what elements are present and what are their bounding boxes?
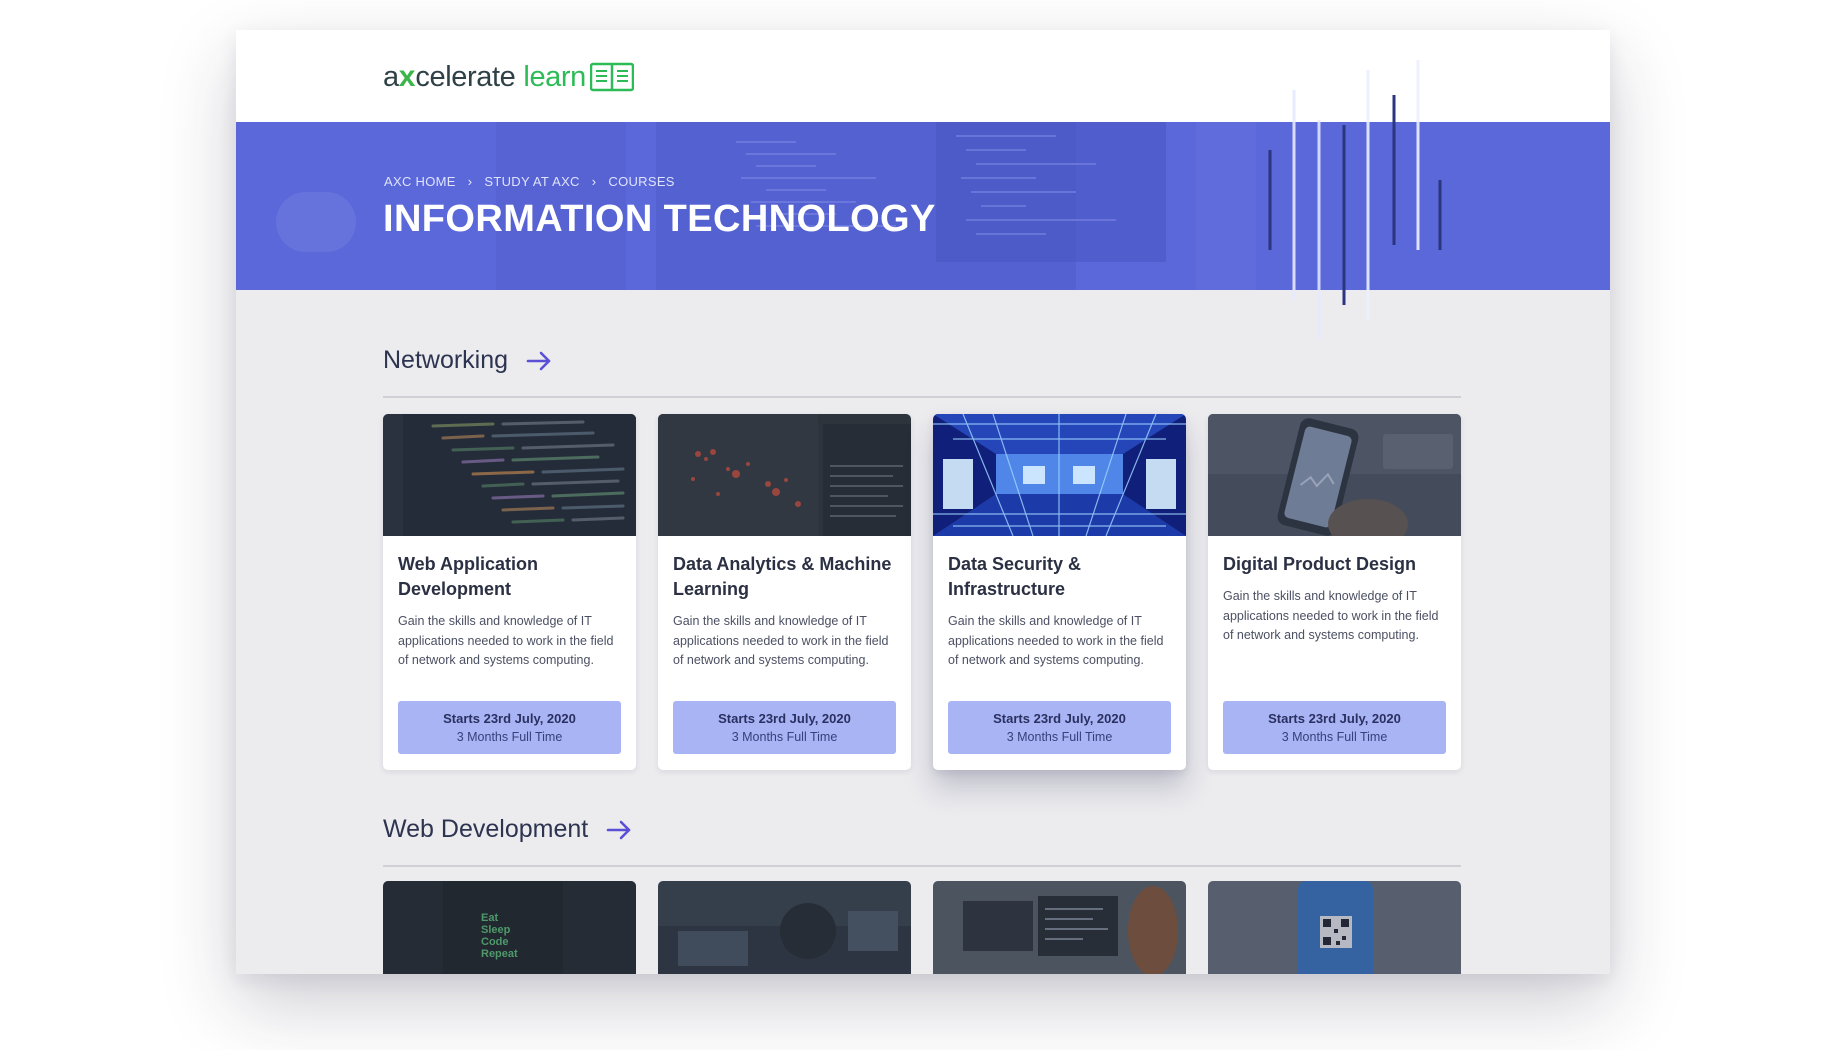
course-image-code-editor [383, 414, 636, 536]
course-title: Data Security & Infrastructure [948, 554, 1082, 599]
course-image-data-center [933, 414, 1186, 536]
open-book-icon [589, 62, 634, 92]
course-description: Gain the skills and knowledge of IT appl… [1223, 589, 1439, 642]
course-start-date: Starts 23rd July, 2020 [1268, 710, 1401, 726]
course-start-date: Starts 23rd July, 2020 [443, 710, 576, 726]
course-image-office-team [658, 881, 911, 974]
course-title: Digital Product Design [1223, 554, 1417, 574]
course-card-list: Web Application Development Gain the ski… [383, 414, 1461, 770]
course-image-phone-app [1208, 414, 1461, 536]
section-title-text: Web Development [383, 815, 589, 843]
course-start-date: Starts 23rd July, 2020 [993, 710, 1126, 726]
course-description: Gain the skills and knowledge of IT appl… [673, 614, 889, 667]
breadcrumb-item-axc-home[interactable]: AXC HOME [384, 174, 456, 189]
axcelerate-learn-logo[interactable]: a x celerate learn [383, 57, 634, 97]
card-body: Digital Product Design Gain the skills a… [1208, 536, 1461, 770]
course-image-analytics-dashboard [658, 414, 911, 536]
page-title: INFORMATION TECHNOLOGY [383, 198, 936, 240]
course-card-thumbnail[interactable] [933, 881, 1186, 974]
course-description: Gain the skills and knowledge of IT appl… [398, 614, 614, 667]
course-card[interactable]: Web Application Development Gain the ski… [383, 414, 636, 770]
course-duration: 3 Months Full Time [1281, 729, 1388, 744]
section-header-web-development: Web Development [383, 805, 1461, 867]
course-duration: 3 Months Full Time [456, 729, 563, 744]
breadcrumb-item-courses[interactable]: COURSES [608, 174, 674, 189]
card-body: Data Analytics & Machine Learning Gain t… [658, 536, 911, 770]
section-title-text: Networking [383, 346, 509, 374]
course-schedule-badge: Starts 23rd July, 2020 3 Months Full Tim… [398, 701, 621, 754]
course-image-qr-phone [1208, 881, 1461, 974]
course-start-date: Starts 23rd July, 2020 [718, 710, 851, 726]
course-schedule-badge: Starts 23rd July, 2020 3 Months Full Tim… [1223, 701, 1446, 754]
course-card-thumbnail[interactable] [658, 881, 911, 974]
chevron-right-icon: › [591, 174, 597, 189]
logo-text-celerate: celerate [415, 60, 516, 93]
section-header-networking: Networking [383, 336, 1461, 398]
section-title-networking[interactable]: Networking [383, 346, 552, 375]
course-duration: 3 Months Full Time [1006, 729, 1113, 744]
logo-text-learn: learn [523, 60, 586, 93]
chevron-right-icon: › [467, 174, 473, 189]
course-card[interactable]: Data Analytics & Machine Learning Gain t… [658, 414, 911, 770]
breadcrumb-item-study-at-axc[interactable]: STUDY AT AXC [484, 174, 579, 189]
course-schedule-badge: Starts 23rd July, 2020 3 Months Full Tim… [948, 701, 1171, 754]
card-body: Web Application Development Gain the ski… [383, 536, 636, 770]
arrow-right-icon[interactable] [526, 351, 552, 371]
breadcrumb: AXC HOME › STUDY AT AXC › COURSES [384, 174, 675, 189]
course-card-thumbnail[interactable] [1208, 881, 1461, 974]
card-body: Data Security & Infrastructure Gain the … [933, 536, 1186, 770]
course-description: Gain the skills and knowledge of IT appl… [948, 614, 1164, 667]
course-card[interactable]: Digital Product Design Gain the skills a… [1208, 414, 1461, 770]
logo-text-x: x [398, 60, 416, 93]
course-image-developer-at-desk [933, 881, 1186, 974]
section-title-web-development[interactable]: Web Development [383, 815, 632, 844]
page-window: a x celerate learn AXC HOME › STUDY AT A… [236, 30, 1610, 974]
course-card-thumbnail[interactable]: Eat Sleep Code Repeat [383, 881, 636, 974]
course-card[interactable]: Data Security & Infrastructure Gain the … [933, 414, 1186, 770]
course-title: Data Analytics & Machine Learning [673, 554, 892, 599]
course-title: Web Application Development [398, 554, 539, 599]
arrow-right-icon[interactable] [606, 820, 632, 840]
logo-text-a: a [383, 60, 399, 93]
course-image-laptop-sticker: Eat Sleep Code Repeat [383, 881, 636, 974]
course-duration: 3 Months Full Time [731, 729, 838, 744]
course-card-list-web-development: Eat Sleep Code Repeat [383, 881, 1461, 974]
course-schedule-badge: Starts 23rd July, 2020 3 Months Full Tim… [673, 701, 896, 754]
